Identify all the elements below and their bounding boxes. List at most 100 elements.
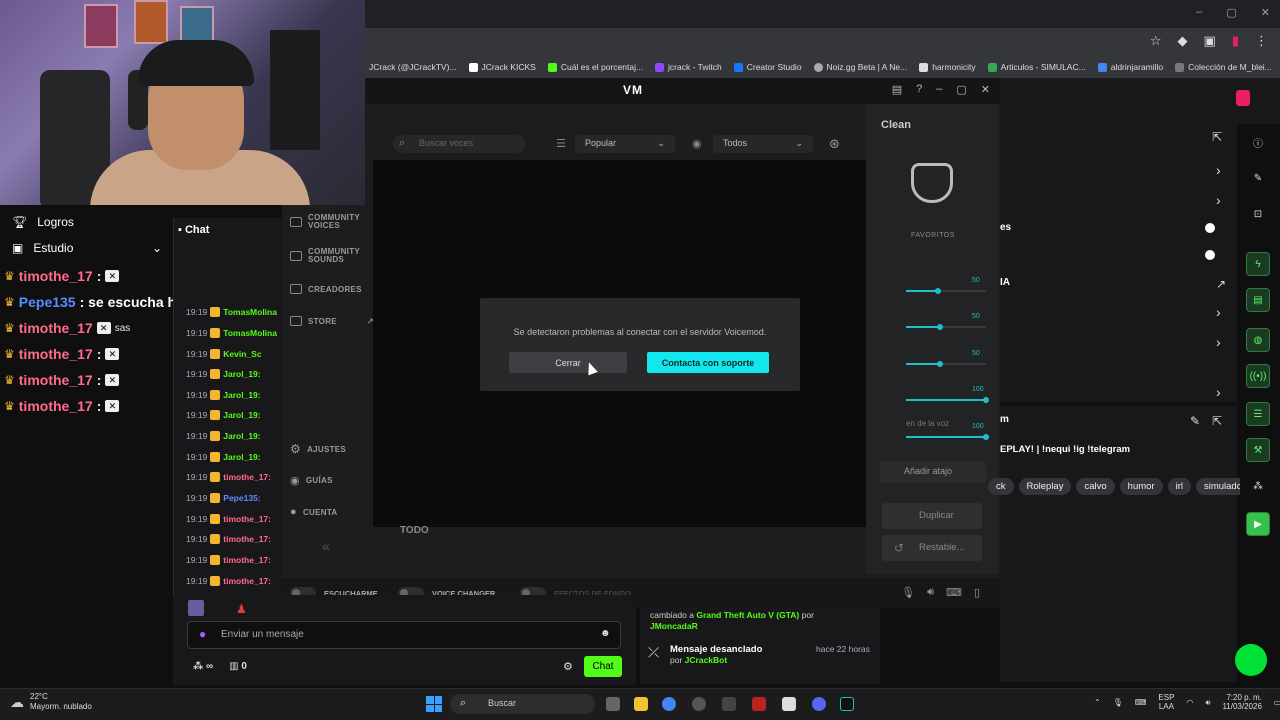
minimize-icon[interactable]: – xyxy=(1196,6,1202,19)
nav-community-sounds[interactable]: COMMUNITY SOUNDS xyxy=(290,248,368,264)
app-icon[interactable]: ▶ xyxy=(1246,512,1270,536)
discord-icon[interactable] xyxy=(812,697,826,711)
task-view-icon[interactable] xyxy=(606,697,620,711)
slider-track[interactable] xyxy=(906,434,989,440)
gear-icon[interactable]: ⚙ xyxy=(563,660,573,673)
slider-track[interactable] xyxy=(906,397,989,403)
voice-search-input[interactable]: Buscar voces xyxy=(393,135,525,153)
message-username[interactable]: Jarol_19: xyxy=(223,431,260,441)
keyboard-icon[interactable]: ⌨ xyxy=(1135,698,1147,707)
app-icon[interactable] xyxy=(782,697,796,711)
chevron-right-icon[interactable]: › xyxy=(1216,334,1221,350)
emote-icon[interactable] xyxy=(188,600,204,616)
emoji-icon[interactable]: ☻ xyxy=(600,628,611,639)
tag[interactable]: humor xyxy=(1119,478,1163,495)
speaker-icon[interactable]: 🔊︎ xyxy=(927,586,934,599)
send-chat-button[interactable]: Chat xyxy=(584,656,622,677)
mic-icon[interactable]: 🎙︎ xyxy=(1113,698,1123,707)
chevron-up-icon[interactable]: ⌃ xyxy=(1094,698,1101,707)
nav-community-voices[interactable]: COMMUNITY VOICES xyxy=(290,214,368,230)
pencil-icon[interactable]: ✎ xyxy=(1246,166,1270,190)
profile-icon[interactable]: ▮ xyxy=(1232,33,1239,49)
more-icon[interactable]: ⋮ xyxy=(1255,33,1268,49)
message-username[interactable]: timothe_17: xyxy=(223,514,271,524)
randomize-icon[interactable]: ⊛ xyxy=(829,136,840,152)
contact-support-button[interactable]: Contacta con soporte xyxy=(647,352,769,373)
close-icon[interactable]: ✕ xyxy=(1261,6,1270,19)
message-username[interactable]: Jarol_19: xyxy=(223,410,260,420)
puzzle-icon[interactable]: ▣ xyxy=(1204,33,1216,49)
menu-logros[interactable]: 🏆︎ Logros xyxy=(12,215,74,229)
close-icon[interactable]: ✕ xyxy=(981,83,990,96)
message-username[interactable]: timothe_17: xyxy=(223,576,271,586)
stack-icon[interactable]: ☰ xyxy=(1246,402,1270,426)
tag[interactable]: irl xyxy=(1167,478,1191,495)
nav-creadores[interactable]: CREADORES xyxy=(290,284,362,294)
wifi-icon[interactable]: ◠ xyxy=(1186,698,1193,707)
app-icon[interactable] xyxy=(722,697,736,711)
close-button[interactable]: Cerrar xyxy=(509,352,627,373)
duplicate-button[interactable]: Duplicar xyxy=(882,503,982,529)
bookmark[interactable]: JCrack (@JCrackTV)... xyxy=(369,62,457,72)
tag[interactable]: ck xyxy=(988,478,1014,495)
message-username[interactable]: timothe_17: xyxy=(223,472,271,482)
bookmark[interactable]: Creator Studio xyxy=(733,62,802,72)
obs-icon[interactable] xyxy=(692,697,706,711)
clipboard-icon[interactable]: ▤ xyxy=(1246,288,1270,312)
nav-guias[interactable]: ◉ GUÍAS xyxy=(290,474,333,487)
bookmark[interactable]: JCrack KICKS xyxy=(468,62,536,72)
keyboard-icon[interactable]: ⌨ xyxy=(946,586,962,599)
chat-icon[interactable]: ◍ xyxy=(1246,328,1270,352)
bookmark[interactable]: jcrack - Twitch xyxy=(655,62,722,72)
info-icon[interactable]: ⓘ xyxy=(1246,130,1270,154)
slider-knob[interactable] xyxy=(936,361,943,367)
sort-dropdown[interactable]: Popular ⌄ xyxy=(575,135,675,153)
bookmark[interactable]: Noiz.gg Beta | A Ne... xyxy=(813,62,907,72)
start-icon[interactable] xyxy=(426,696,442,712)
chrome-icon[interactable] xyxy=(662,697,676,711)
minimize-icon[interactable]: – xyxy=(936,83,942,96)
bookmark[interactable]: Colección de M_blei... xyxy=(1175,62,1272,72)
menu-estudio[interactable]: ▣ Estudio ⌄ xyxy=(12,241,162,255)
tag[interactable]: Roleplay xyxy=(1018,478,1072,495)
bookmark[interactable]: Cuál es el porcentaj... xyxy=(547,62,643,72)
mic-icon[interactable]: 🎙︎ xyxy=(901,586,915,599)
speaker-icon[interactable]: 🔊︎ xyxy=(1205,698,1210,707)
popout-icon[interactable]: ⇱ xyxy=(1212,414,1222,428)
clock[interactable]: 7:20 p. m. 11/03/2026 xyxy=(1222,693,1261,711)
nav-ajustes[interactable]: ⚙ AJUSTES xyxy=(290,442,346,456)
slider-knob[interactable] xyxy=(983,434,989,440)
app-icon[interactable] xyxy=(752,697,766,711)
chevron-right-icon[interactable]: › xyxy=(1216,304,1221,320)
nav-store[interactable]: STORE ↗ xyxy=(290,316,374,326)
broadcast-icon[interactable]: ((•)) xyxy=(1246,364,1270,388)
wrench-icon[interactable]: ⚒ xyxy=(1246,438,1270,462)
chevron-right-icon[interactable]: › xyxy=(1216,192,1221,208)
message-username[interactable]: timothe_17: xyxy=(223,555,271,565)
edit-icon[interactable]: ✎ xyxy=(1190,414,1200,428)
scan-icon[interactable]: ⊡ xyxy=(1246,202,1270,226)
maximize-icon[interactable]: ▢ xyxy=(956,83,966,96)
message-username[interactable]: Kevin_Sc xyxy=(223,349,261,359)
external-link-icon[interactable]: ↗ xyxy=(1216,277,1226,291)
share-icon[interactable]: ⁂ xyxy=(1246,474,1270,498)
weather-widget[interactable]: ☁ 22°C Mayorm. nublado xyxy=(10,692,92,712)
popout-icon[interactable]: ⇱ xyxy=(1212,130,1222,144)
slider-knob[interactable] xyxy=(936,324,943,330)
star-icon[interactable]: ☆ xyxy=(1150,33,1162,49)
bookmark[interactable]: Articulos - SIMULAC... xyxy=(987,62,1086,72)
bookmark[interactable]: aldrinjaramillo xyxy=(1097,62,1163,72)
slider-track[interactable] xyxy=(906,324,986,330)
message-username[interactable]: Jarol_19: xyxy=(223,369,260,379)
maximize-icon[interactable]: ▢ xyxy=(1226,6,1236,19)
chat-input[interactable]: Enviar un mensaje xyxy=(187,621,621,649)
message-username[interactable]: timothe_17: xyxy=(223,534,271,544)
message-username[interactable]: Jarol_19: xyxy=(223,390,260,400)
lightning-icon[interactable]: ϟ xyxy=(1246,252,1270,276)
chevron-right-icon[interactable]: › xyxy=(1216,384,1221,400)
notification-icon[interactable]: ▭ xyxy=(1274,698,1280,707)
voicemod-icon[interactable] xyxy=(840,697,854,711)
message-username[interactable]: Pepe135: xyxy=(223,493,260,503)
nav-cuenta[interactable]: ● CUENTA xyxy=(290,506,338,518)
filter-dropdown[interactable]: Todos ⌄ xyxy=(713,135,813,153)
